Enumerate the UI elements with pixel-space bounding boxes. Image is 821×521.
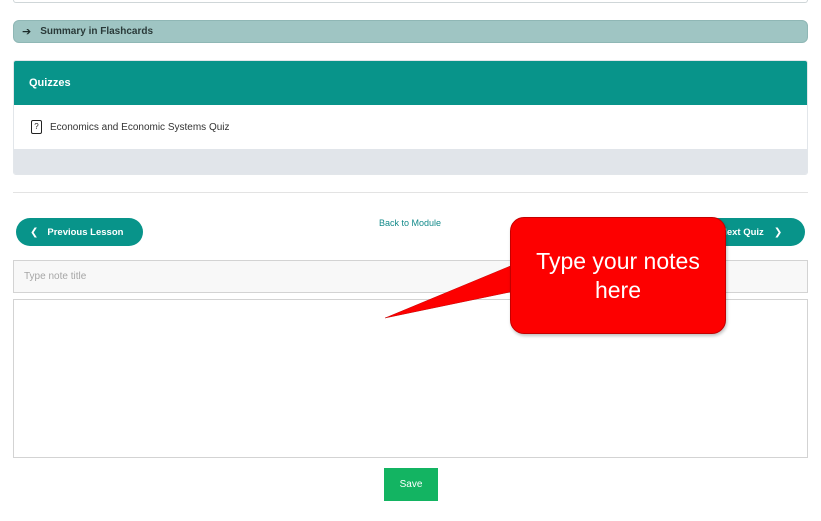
quizzes-panel: Quizzes ? Economics and Economic Systems… [13,60,808,175]
quiz-item-title: Economics and Economic Systems Quiz [50,121,230,133]
previous-lesson-label: Previous Lesson [47,226,124,238]
back-to-module-link[interactable]: Back to Module [379,218,441,228]
previous-panel-edge [13,0,808,3]
divider [13,192,808,193]
previous-lesson-button[interactable]: ❮ Previous Lesson [16,218,143,246]
chevron-right-icon: ❯ [773,226,783,238]
quizzes-header: Quizzes [14,61,807,105]
notes-callout: Type your notes here [510,217,726,334]
arrow-right-icon: ➔ [22,26,32,38]
flashcards-summary-bar[interactable]: ➔ Summary in Flashcards [13,20,808,43]
quizzes-title: Quizzes [29,77,71,89]
quizzes-footer [14,149,807,174]
note-editor-footer [13,444,808,458]
chevron-left-icon: ❮ [30,226,39,238]
quiz-icon: ? [31,120,42,134]
flashcards-label: Summary in Flashcards [40,26,154,37]
save-button[interactable]: Save [384,468,438,501]
quiz-item[interactable]: ? Economics and Economic Systems Quiz [14,105,807,149]
next-quiz-label: Next Quiz [720,226,764,238]
callout-text: Type your notes here [536,247,700,303]
